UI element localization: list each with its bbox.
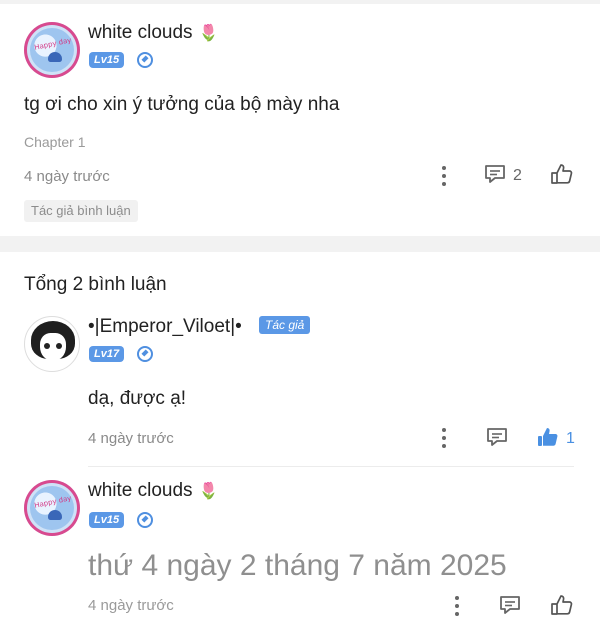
chapter-label[interactable]: Chapter 1 [24, 134, 85, 150]
thumbs-up-icon[interactable] [550, 594, 574, 616]
diamond-icon [137, 346, 153, 362]
main-comment: Happy day white clouds 🌷 Lv15 tg ơi cho x… [0, 4, 600, 236]
username[interactable]: white clouds 🌷 [88, 480, 218, 502]
timestamp: 4 ngày trước [24, 168, 110, 185]
reply-count: 2 [513, 167, 522, 184]
more-options-icon[interactable] [442, 166, 446, 186]
more-options-icon[interactable] [442, 428, 446, 448]
avatar[interactable]: Happy day [24, 480, 80, 536]
level-badge: Lv17 [89, 346, 125, 362]
tulip-icon: 🌷 [198, 24, 219, 42]
comment-text: thứ 4 ngày 2 tháng 7 năm 2025 [88, 549, 507, 582]
diamond-icon [137, 52, 153, 68]
username[interactable]: white clouds 🌷 [88, 22, 218, 44]
comment-text: tg ơi cho xin ý tưởng của bộ mày nha [24, 94, 340, 115]
like-count: 1 [566, 430, 575, 447]
tulip-icon: 🌷 [198, 482, 219, 500]
avatar[interactable] [24, 316, 80, 372]
thumbs-up-icon[interactable] [550, 163, 574, 185]
diamond-icon [137, 512, 153, 528]
username[interactable]: •|Emperor_Viloet|• [88, 316, 242, 338]
reply-icon[interactable] [484, 164, 506, 184]
reply-icon[interactable] [486, 427, 508, 447]
author-badge: Tác giả [259, 316, 311, 334]
replies-total: Tổng 2 bình luận [24, 274, 167, 295]
reply-icon[interactable] [499, 595, 521, 615]
author-commented-pill: Tác giả bình luận [24, 200, 138, 222]
reply-divider [88, 466, 574, 467]
level-badge: Lv15 [89, 52, 125, 68]
comment-text: dạ, được ạ! [88, 388, 187, 409]
level-badge: Lv15 [89, 512, 125, 528]
more-options-icon[interactable] [455, 596, 459, 616]
thumbs-up-icon[interactable] [536, 426, 560, 448]
avatar[interactable]: Happy day [24, 22, 80, 78]
timestamp: 4 ngày trước [88, 430, 174, 447]
timestamp: 4 ngày trước [88, 597, 174, 614]
section-separator [0, 236, 600, 252]
